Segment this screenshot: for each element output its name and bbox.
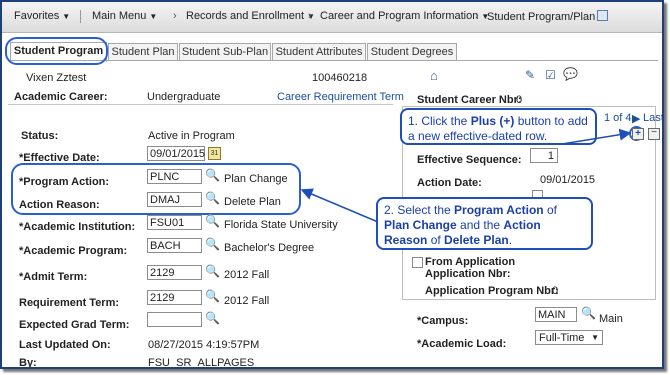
arrow-to-plus: [561, 128, 632, 145]
arrow-to-action: [300, 188, 379, 223]
callout-arrows: [300, 128, 632, 223]
screenshot-frame: Favorites ▼ Main Menu ▼ › Records and Enro…: [0, 0, 664, 369]
